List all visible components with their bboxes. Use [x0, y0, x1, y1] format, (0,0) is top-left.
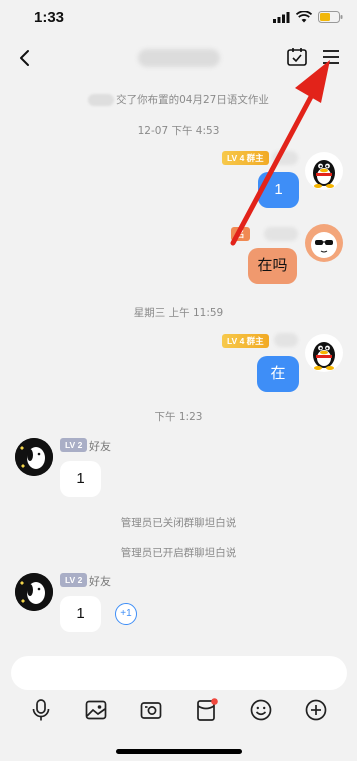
- owner-badge: LV 4 群主: [222, 334, 269, 348]
- camera-icon[interactable]: [139, 698, 163, 722]
- timestamp: 星期三 上午 11:59: [133, 307, 224, 319]
- friend-label: 好友: [89, 440, 111, 453]
- back-icon[interactable]: [12, 44, 40, 72]
- sender-name-blurred: [274, 333, 298, 347]
- message-bubble-self[interactable]: 在: [257, 356, 299, 392]
- sender-name-blurred: [264, 227, 298, 241]
- menu-icon[interactable]: [320, 46, 342, 68]
- avatar[interactable]: [15, 438, 53, 476]
- plus-icon[interactable]: [304, 698, 328, 722]
- message-bubble-other[interactable]: 在吗: [248, 248, 297, 284]
- avatar[interactable]: [305, 152, 343, 190]
- message-bubble-friend[interactable]: 1: [60, 596, 101, 632]
- avatar[interactable]: [15, 573, 53, 611]
- avatar[interactable]: [305, 224, 343, 262]
- qq-penguin-icon: [313, 160, 335, 188]
- annotation-arrow: [230, 60, 330, 246]
- signal-icon: [273, 11, 290, 23]
- sender-name-blurred: [272, 151, 298, 165]
- timestamp: 12-07 下午 4:53: [137, 125, 220, 137]
- message-bubble-friend[interactable]: 1: [60, 461, 101, 497]
- nav-bar: [0, 36, 357, 82]
- admin-notice: 管理员已开启群聊坦白说: [120, 547, 237, 559]
- message-input[interactable]: [11, 656, 347, 690]
- redpacket-icon[interactable]: [194, 698, 218, 722]
- member-badge: 名: [231, 227, 250, 241]
- homework-notice: 交了你布置的04月27日语文作业: [0, 92, 357, 107]
- chat-title-blurred: [138, 49, 220, 67]
- qq-penguin-icon: [313, 342, 335, 370]
- wifi-icon: [296, 11, 312, 23]
- plus-one-button[interactable]: +1: [115, 603, 137, 625]
- admin-notice: 管理员已关闭群聊坦白说: [120, 517, 237, 529]
- blurred-name: [88, 94, 115, 106]
- calendar-check-icon[interactable]: [286, 46, 308, 68]
- message-bubble-self[interactable]: 1: [258, 172, 299, 208]
- emoji-icon[interactable]: [249, 698, 273, 722]
- level-badge: LV 2: [60, 573, 88, 587]
- avatar[interactable]: [305, 334, 343, 372]
- mic-icon[interactable]: [29, 698, 53, 722]
- snoopy-avatar-icon: [15, 573, 53, 611]
- battery-icon: [318, 11, 343, 23]
- friend-label: 好友: [89, 575, 111, 588]
- cat-avatar-icon: [311, 232, 337, 258]
- owner-badge: LV 4 群主: [222, 151, 269, 165]
- snoopy-avatar-icon: [15, 438, 53, 476]
- timestamp: 下午 1:23: [154, 411, 203, 423]
- home-indicator: [116, 749, 242, 754]
- image-icon[interactable]: [84, 698, 108, 722]
- level-badge: LV 2: [60, 438, 88, 452]
- status-time: 1:33: [34, 9, 65, 26]
- status-bar: 1:33: [0, 0, 357, 36]
